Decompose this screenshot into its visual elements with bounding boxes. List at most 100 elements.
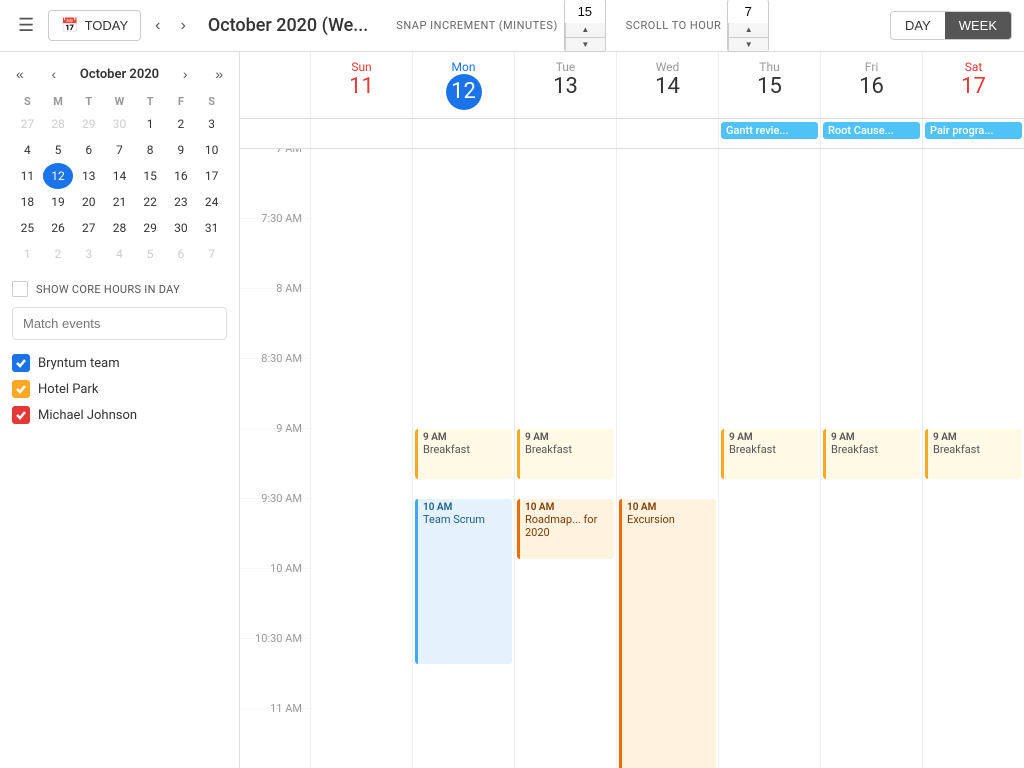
time-label: 8 AM [276, 282, 302, 295]
mini-cal-day[interactable]: 16 [166, 163, 197, 189]
mini-cal-day[interactable]: 5 [135, 241, 166, 267]
event-mon-breakfast[interactable]: 9 AM Breakfast [415, 429, 512, 479]
mini-cal-day[interactable]: 4 [12, 137, 43, 163]
weekday-header-wed: W [104, 92, 135, 111]
snap-spinner[interactable]: ▲ ▼ [564, 0, 606, 52]
next-button[interactable]: › [175, 13, 192, 39]
mini-cal-day[interactable]: 19 [43, 189, 74, 215]
scroll-spinner[interactable]: ▲ ▼ [727, 0, 769, 52]
scroll-up-button[interactable]: ▲ [728, 23, 768, 37]
mini-cal-day[interactable]: 31 [196, 215, 227, 241]
mini-cal-day[interactable]: 12 [43, 163, 74, 189]
hotelpark-label: Hotel Park [38, 382, 98, 397]
event-mon-teamscrum[interactable]: 10 AM Team Scrum [415, 499, 512, 664]
event-fri-breakfast[interactable]: 9 AM Breakfast [823, 429, 920, 479]
mini-cal-day[interactable]: 6 [73, 137, 104, 163]
mini-cal-day[interactable]: 23 [166, 189, 197, 215]
mini-cal-prev-prev[interactable]: « [12, 64, 28, 84]
allday-col-sun [310, 119, 412, 148]
mini-cal-day[interactable]: 30 [104, 111, 135, 137]
michael-checkbox[interactable] [12, 406, 30, 424]
scroll-value[interactable] [728, 0, 768, 23]
snap-value[interactable] [565, 0, 605, 23]
event-tue-roadmap[interactable]: 10 AM Roadmap... for 2020 [517, 499, 614, 559]
event-sat-breakfast-title: Breakfast [933, 443, 1017, 456]
mini-cal-day[interactable]: 29 [73, 111, 104, 137]
event-tue-breakfast[interactable]: 9 AM Breakfast [517, 429, 614, 479]
event-wed-excursion[interactable]: 10 AM Excursion [619, 499, 716, 768]
mini-cal-day[interactable]: 8 [135, 137, 166, 163]
core-hours-row: SHOW CORE HOURS IN DAY [12, 281, 227, 297]
scroll-spinner-buttons: ▲ ▼ [728, 23, 768, 50]
event-thu-breakfast-title: Breakfast [729, 443, 813, 456]
mini-cal-day[interactable]: 20 [73, 189, 104, 215]
mini-cal-day[interactable]: 11 [12, 163, 43, 189]
snap-up-button[interactable]: ▲ [565, 23, 605, 37]
mini-cal-prev[interactable]: ‹ [48, 64, 61, 84]
mini-cal-day[interactable]: 3 [73, 241, 104, 267]
snap-down-button[interactable]: ▼ [565, 38, 605, 51]
allday-event-rootcause[interactable]: Root Cause... [823, 122, 920, 139]
match-events-input[interactable] [12, 307, 227, 340]
day-headers: Sun 11 Mon 12 Tue 13 Wed 14 Thu 15 Fri 1… [240, 52, 1024, 119]
michael-label: Michael Johnson [38, 408, 137, 423]
week-view-button[interactable]: WEEK [945, 12, 1011, 39]
core-hours-label: SHOW CORE HOURS IN DAY [36, 283, 180, 296]
snap-label: SNAP INCREMENT (MINUTES) [396, 19, 558, 32]
mini-cal-day[interactable]: 1 [12, 241, 43, 267]
menu-icon: ☰ [18, 15, 34, 35]
day-column-mon: 9 AM Breakfast 10 AM Team Scrum 12 PM Sc… [412, 149, 514, 768]
mini-cal-day[interactable]: 22 [135, 189, 166, 215]
mini-cal-day[interactable]: 25 [12, 215, 43, 241]
event-mon-breakfast-time: 9 AM [423, 432, 507, 443]
mini-cal-day[interactable]: 27 [12, 111, 43, 137]
main-layout: « ‹ October 2020 › » S M T W T F S [0, 52, 1024, 768]
mini-cal-day[interactable]: 7 [196, 241, 227, 267]
mini-cal-day[interactable]: 29 [135, 215, 166, 241]
menu-button[interactable]: ☰ [12, 11, 40, 40]
mini-cal-day[interactable]: 13 [73, 163, 104, 189]
mini-cal-day[interactable]: 18 [12, 189, 43, 215]
day-view-button[interactable]: DAY [891, 12, 945, 39]
mini-cal-day[interactable]: 7 [104, 137, 135, 163]
hotelpark-checkbox[interactable] [12, 380, 30, 398]
mini-cal-day[interactable]: 4 [104, 241, 135, 267]
mini-cal-day[interactable]: 28 [43, 111, 74, 137]
today-button[interactable]: 📅 TODAY [48, 10, 141, 41]
core-hours-checkbox[interactable] [12, 281, 28, 297]
mini-cal-next-next[interactable]: » [211, 64, 227, 84]
mini-cal-day[interactable]: 9 [166, 137, 197, 163]
mini-cal-day[interactable]: 24 [196, 189, 227, 215]
mini-cal-header: « ‹ October 2020 › » [12, 64, 227, 84]
mini-cal-next[interactable]: › [179, 64, 192, 84]
mini-cal-day[interactable]: 17 [196, 163, 227, 189]
event-thu-breakfast[interactable]: 9 AM Breakfast [721, 429, 818, 479]
prev-button[interactable]: ‹ [149, 13, 166, 39]
mini-cal-day[interactable]: 15 [135, 163, 166, 189]
event-sat-breakfast[interactable]: 9 AM Breakfast [925, 429, 1022, 479]
time-gutter-header [240, 52, 310, 118]
scroll-down-button[interactable]: ▼ [728, 38, 768, 51]
mini-cal-day[interactable]: 3 [196, 111, 227, 137]
mini-cal-day[interactable]: 1 [135, 111, 166, 137]
sidebar: « ‹ October 2020 › » S M T W T F S [0, 52, 240, 768]
bryntum-checkbox[interactable] [12, 354, 30, 372]
mini-cal-day[interactable]: 30 [166, 215, 197, 241]
allday-event-pair[interactable]: Pair progra... [925, 122, 1022, 139]
mini-cal-day[interactable]: 6 [166, 241, 197, 267]
time-label: 7 AM [276, 149, 302, 155]
allday-event-gantt[interactable]: Gantt revie... [721, 122, 818, 139]
mini-cal-day[interactable]: 26 [43, 215, 74, 241]
mini-cal-day[interactable]: 28 [104, 215, 135, 241]
mini-cal-day[interactable]: 2 [166, 111, 197, 137]
check-icon [17, 360, 25, 366]
mini-cal-day[interactable]: 14 [104, 163, 135, 189]
mini-cal-day[interactable]: 5 [43, 137, 74, 163]
mini-cal-day[interactable]: 2 [43, 241, 74, 267]
mini-cal-day[interactable]: 10 [196, 137, 227, 163]
calendar-grid-scroll[interactable]: 7 AM7:30 AM8 AM8:30 AM9 AM9:30 AM10 AM10… [240, 149, 1024, 768]
calendar-icon: 📅 [61, 17, 78, 34]
mini-cal-day[interactable]: 27 [73, 215, 104, 241]
mini-cal-day[interactable]: 21 [104, 189, 135, 215]
time-label: 9 AM [276, 422, 302, 435]
